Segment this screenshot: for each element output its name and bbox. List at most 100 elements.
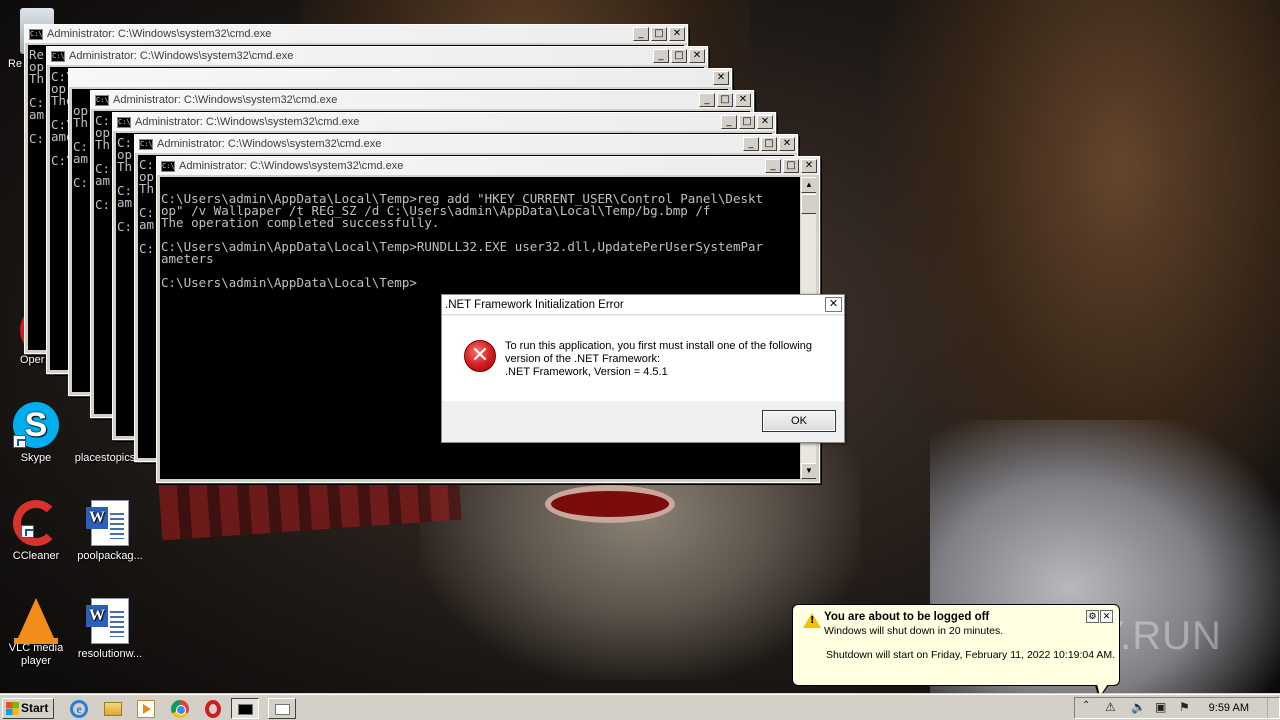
action-center-icon[interactable]: ⚑	[1179, 700, 1190, 714]
taskbar: Start e ⌃ ⚠ 🔈 ▣ ⚑ 9:59 AM	[0, 694, 1280, 720]
ccleaner-icon	[13, 500, 59, 546]
window-titlebar[interactable]: C:\ Administrator: C:\Windows\system32\c…	[157, 157, 819, 175]
dialog-message: To run this application, you first must …	[505, 340, 812, 379]
show-desktop-button[interactable]	[1267, 698, 1279, 718]
windows-logo-icon	[6, 702, 19, 715]
scroll-down-button[interactable]: ▼	[801, 463, 816, 479]
maximize-button[interactable]: □	[651, 27, 667, 41]
window-title: Administrator: C:\Windows\system32\cmd.e…	[135, 116, 360, 128]
maximize-button[interactable]: □	[761, 137, 777, 151]
desktop-icon-ccleaner[interactable]: CCleaner	[1, 500, 71, 562]
warning-icon: !	[803, 613, 821, 628]
desktop-icon-poolpackag[interactable]: W poolpackag...	[75, 500, 145, 562]
maximize-button[interactable]: □	[739, 115, 755, 129]
system-tray: ⌃ ⚠ 🔈 ▣ ⚑ 9:59 AM	[1074, 697, 1280, 719]
shortcut-arrow-icon	[21, 525, 34, 538]
desktop-icon-label: VLC media player	[8, 642, 64, 667]
cmd-icon: C:\	[29, 28, 43, 40]
close-button[interactable]: ✕	[713, 71, 729, 85]
close-button[interactable]: ✕	[689, 49, 705, 63]
start-label: Start	[21, 701, 49, 715]
desktop-icon-vlc[interactable]: VLC media player	[1, 598, 71, 668]
desktop-icon-skype[interactable]: S Skype	[1, 402, 71, 464]
skype-icon: S	[13, 402, 59, 448]
maximize-button[interactable]: □	[717, 93, 733, 107]
taskbar-button-dialog[interactable]	[268, 698, 296, 719]
error-icon: ✕	[464, 340, 496, 372]
desktop-icon-label: Skype	[20, 452, 52, 464]
window-titlebar[interactable]: ✕	[69, 69, 731, 87]
ie-icon[interactable]: e	[70, 700, 88, 718]
minimize-button[interactable]: _	[765, 159, 781, 173]
minimize-button[interactable]: _	[743, 137, 759, 151]
window-title: Administrator: C:\Windows\system32\cmd.e…	[179, 160, 404, 172]
desktop-icon-label: CCleaner	[12, 550, 60, 562]
window-icon	[275, 704, 290, 715]
error-dialog[interactable]: .NET Framework Initialization Error ✕ ✕ …	[441, 294, 845, 443]
cmd-icon	[238, 704, 253, 715]
start-button[interactable]: Start	[2, 698, 54, 719]
media-player-icon[interactable]	[137, 700, 155, 718]
window-titlebar[interactable]: C:\ Administrator: C:\Windows\system32\c…	[25, 25, 687, 43]
close-button[interactable]: ✕	[669, 27, 685, 41]
wallpaper-mouth	[545, 485, 675, 523]
balloon-options-button[interactable]: ⚙	[1086, 610, 1099, 623]
minimize-button[interactable]: _	[721, 115, 737, 129]
shortcut-arrow-icon	[13, 435, 26, 448]
word-document-icon: W	[86, 500, 129, 546]
dialog-close-button[interactable]: ✕	[825, 297, 842, 312]
desktop-icon-label: poolpackag...	[77, 550, 143, 562]
window-titlebar[interactable]: C:\ Administrator: C:\Windows\system32\c…	[113, 113, 775, 131]
message-line: version of the .NET Framework:	[505, 353, 661, 365]
maximize-button[interactable]: □	[783, 159, 799, 173]
cmd-icon: C:\	[139, 138, 153, 150]
balloon-close-button[interactable]: ✕	[1100, 610, 1113, 623]
dialog-titlebar[interactable]: .NET Framework Initialization Error	[442, 295, 844, 315]
cmd-icon: C:\	[51, 50, 65, 62]
power-icon[interactable]: ▣	[1155, 700, 1166, 714]
message-line: .NET Framework, Version = 4.5.1	[505, 366, 668, 378]
network-icon[interactable]: ⚠	[1105, 700, 1116, 714]
scroll-up-button[interactable]: ▲	[801, 177, 816, 193]
logoff-balloon[interactable]: ! ⚙ ✕ You are about to be logged off Win…	[792, 604, 1120, 686]
window-titlebar[interactable]: C:\ Administrator: C:\Windows\system32\c…	[47, 47, 707, 65]
dialog-title: .NET Framework Initialization Error	[445, 298, 624, 311]
window-titlebar[interactable]: C:\ Administrator: C:\Windows\system32\c…	[91, 91, 753, 109]
window-titlebar[interactable]: C:\ Administrator: C:\Windows\system32\c…	[135, 135, 797, 153]
maximize-button[interactable]: □	[671, 49, 687, 63]
close-button[interactable]: ✕	[757, 115, 773, 129]
balloon-title: You are about to be logged off	[824, 611, 990, 623]
minimize-button[interactable]: _	[699, 93, 715, 107]
dialog-body: ✕ To run this application, you first mus…	[442, 316, 844, 401]
opera-icon[interactable]	[205, 700, 221, 718]
console-text: C:\Users\admin\AppData\Local\Temp>reg ad…	[161, 191, 764, 290]
vlc-icon	[14, 598, 58, 644]
chrome-icon[interactable]	[171, 700, 189, 718]
word-document-icon: W	[86, 598, 129, 644]
minimize-button[interactable]: _	[633, 27, 649, 41]
window-title: Administrator: C:\Windows\system32\cmd.e…	[69, 50, 294, 62]
message-line: To run this application, you first must …	[505, 340, 812, 352]
window-title: Administrator: C:\Windows\system32\cmd.e…	[113, 94, 338, 106]
cmd-icon: C:\	[161, 160, 175, 172]
close-button[interactable]: ✕	[735, 93, 751, 107]
taskbar-button-cmd[interactable]	[231, 698, 259, 719]
clock[interactable]: 9:59 AM	[1209, 702, 1249, 714]
window-title: Administrator: C:\Windows\system32\cmd.e…	[157, 138, 382, 150]
scroll-thumb[interactable]	[801, 194, 816, 214]
window-title: Administrator: C:\Windows\system32\cmd.e…	[47, 28, 272, 40]
show-hidden-icons-button[interactable]: ⌃	[1082, 700, 1090, 711]
folder-icon[interactable]	[104, 702, 122, 716]
close-button[interactable]: ✕	[779, 137, 795, 151]
ok-button[interactable]: OK	[762, 410, 836, 432]
cmd-icon: C:\	[95, 94, 109, 106]
cmd-icon: C:\	[117, 116, 131, 128]
balloon-line: Shutdown will start on Friday, February …	[826, 649, 1116, 661]
close-button[interactable]: ✕	[801, 159, 817, 173]
desktop-icon-label: resolutionw...	[77, 648, 143, 660]
desktop-icon-label: placestopics	[74, 452, 136, 464]
volume-icon[interactable]: 🔈	[1131, 700, 1146, 714]
balloon-line: Windows will shut down in 20 minutes.	[824, 625, 1004, 637]
minimize-button[interactable]: _	[653, 49, 669, 63]
desktop-icon-resolutionw[interactable]: W resolutionw...	[75, 598, 145, 660]
